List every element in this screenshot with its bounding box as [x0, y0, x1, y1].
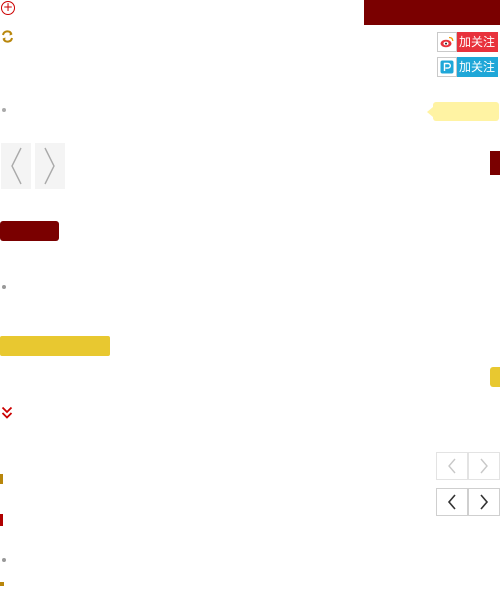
chevron-right-icon	[44, 147, 55, 185]
weibo-follow-button[interactable]: 加关注	[437, 32, 499, 52]
side-tab-yellow[interactable]	[490, 367, 500, 387]
list-bullet	[2, 108, 6, 112]
pp-icon	[437, 57, 457, 77]
next-button[interactable]	[468, 488, 500, 516]
list-bullet	[2, 558, 6, 562]
chevron-right-icon	[480, 458, 488, 474]
list-bullet	[2, 285, 6, 289]
prev-button[interactable]	[436, 452, 468, 480]
chevron-left-icon	[447, 494, 456, 510]
tooltip-bubble	[427, 102, 499, 121]
chevron-left-icon	[11, 147, 22, 185]
plus-circle-icon[interactable]: +	[1, 1, 15, 15]
weibo-icon	[437, 32, 457, 52]
side-tab-red[interactable]	[490, 151, 500, 175]
carousel-prev-button[interactable]	[1, 143, 31, 189]
section-marker	[0, 514, 3, 526]
next-button[interactable]	[468, 452, 500, 480]
chevron-right-icon	[480, 494, 489, 510]
chevron-left-icon	[448, 458, 456, 474]
yellow-label-bar	[0, 336, 110, 356]
page: + 加关注 加关注	[0, 0, 500, 600]
pp-follow-button[interactable]: 加关注	[437, 57, 499, 77]
pp-follow-label: 加关注	[457, 57, 499, 77]
weibo-follow-label: 加关注	[457, 32, 499, 52]
section-marker	[0, 474, 3, 484]
prev-button[interactable]	[436, 488, 468, 516]
swap-icon[interactable]	[1, 30, 14, 43]
red-label-block	[0, 221, 59, 241]
section-marker	[0, 582, 4, 586]
double-chevron-down-icon[interactable]	[1, 405, 13, 419]
header-bar-block	[364, 0, 500, 25]
carousel-next-button[interactable]	[35, 143, 65, 189]
